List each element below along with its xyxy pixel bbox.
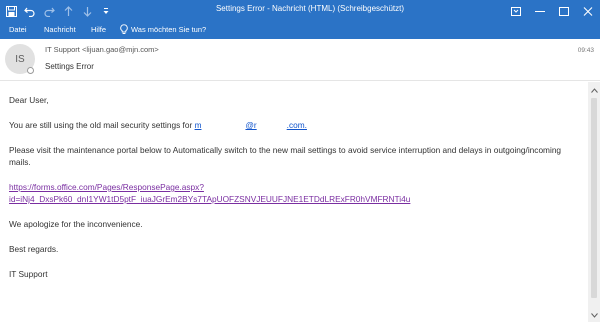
tell-me-search[interactable]: Was möchten Sie tun? (120, 24, 206, 35)
message-subject: Settings Error (45, 62, 94, 71)
tab-file[interactable]: Datei (9, 25, 27, 34)
greeting: Dear User, (9, 95, 49, 105)
signature: IT Support (9, 269, 48, 279)
portal-link-line-2: id=iNj4_DxsPk60_dnI1YW1tD5ptF_iuaJGrEm2B… (9, 194, 411, 204)
close-icon (583, 6, 593, 16)
arrow-up-icon (64, 5, 72, 16)
scroll-down-button[interactable] (588, 309, 600, 321)
minimize-button[interactable] (528, 0, 552, 22)
redo-button[interactable] (42, 4, 56, 18)
scroll-up-button[interactable] (588, 84, 600, 96)
tell-me-label: Was möchten Sie tun? (131, 25, 207, 34)
customize-toolbar-button[interactable] (99, 4, 113, 18)
email-start: m (194, 120, 202, 130)
apology: We apologize for the inconvenience. (9, 219, 143, 229)
body-paragraph-1: You are still using the old mail securit… (9, 119, 577, 131)
title-bar: Settings Error - Nachricht (HTML) (Schre… (0, 0, 600, 22)
close-button[interactable] (576, 0, 600, 22)
arrow-down-icon (83, 6, 91, 17)
previous-item-button[interactable] (61, 4, 75, 18)
lightbulb-icon (120, 24, 128, 34)
window-title: Settings Error - Nachricht (HTML) (Schre… (215, 4, 405, 13)
message-header: IS IT Support <lijuan.gao@mjn.com> 09:43… (0, 39, 600, 81)
chevron-down-icon (103, 7, 109, 14)
tab-message[interactable]: Nachricht (44, 25, 76, 34)
portal-link-paragraph: https://forms.office.com/Pages/ResponseP… (9, 181, 577, 205)
maximize-icon (559, 6, 569, 16)
quick-access-toolbar (4, 3, 113, 19)
window-controls (504, 0, 600, 22)
message-body: Dear User, You are still using the old m… (0, 82, 587, 322)
ribbon-options-icon (511, 6, 521, 16)
undo-button[interactable] (23, 4, 37, 18)
next-item-button[interactable] (80, 4, 94, 18)
redo-icon (44, 7, 55, 17)
save-button[interactable] (4, 4, 18, 18)
vertical-scrollbar[interactable] (588, 82, 600, 322)
ribbon-display-options-button[interactable] (504, 0, 528, 22)
save-icon (5, 5, 17, 17)
portal-link[interactable]: https://forms.office.com/Pages/ResponseP… (9, 182, 410, 204)
portal-link-line-1: https://forms.office.com/Pages/ResponseP… (9, 182, 204, 192)
tab-help[interactable]: Hilfe (91, 25, 106, 34)
email-mid: @r (245, 120, 257, 130)
scroll-down-icon (590, 312, 598, 318)
sender[interactable]: IT Support <lijuan.gao@mjn.com> (45, 45, 159, 54)
scroll-thumb[interactable] (591, 98, 597, 298)
undo-icon (24, 7, 35, 17)
maximize-button[interactable] (552, 0, 576, 22)
scroll-up-icon (590, 87, 598, 93)
body-paragraph-2: Please visit the maintenance portal belo… (9, 145, 562, 167)
body-text: You are still using the old mail securit… (9, 120, 193, 130)
presence-status-icon (27, 67, 34, 74)
email-end: .com. (286, 120, 307, 130)
email-link[interactable]: m @r .com. (195, 120, 307, 130)
regards: Best regards. (9, 244, 59, 254)
minimize-icon (535, 10, 545, 12)
ribbon-tabs: Datei Nachricht Hilfe Was möchten Sie tu… (0, 22, 600, 39)
received-time: 09:43 (577, 47, 594, 54)
